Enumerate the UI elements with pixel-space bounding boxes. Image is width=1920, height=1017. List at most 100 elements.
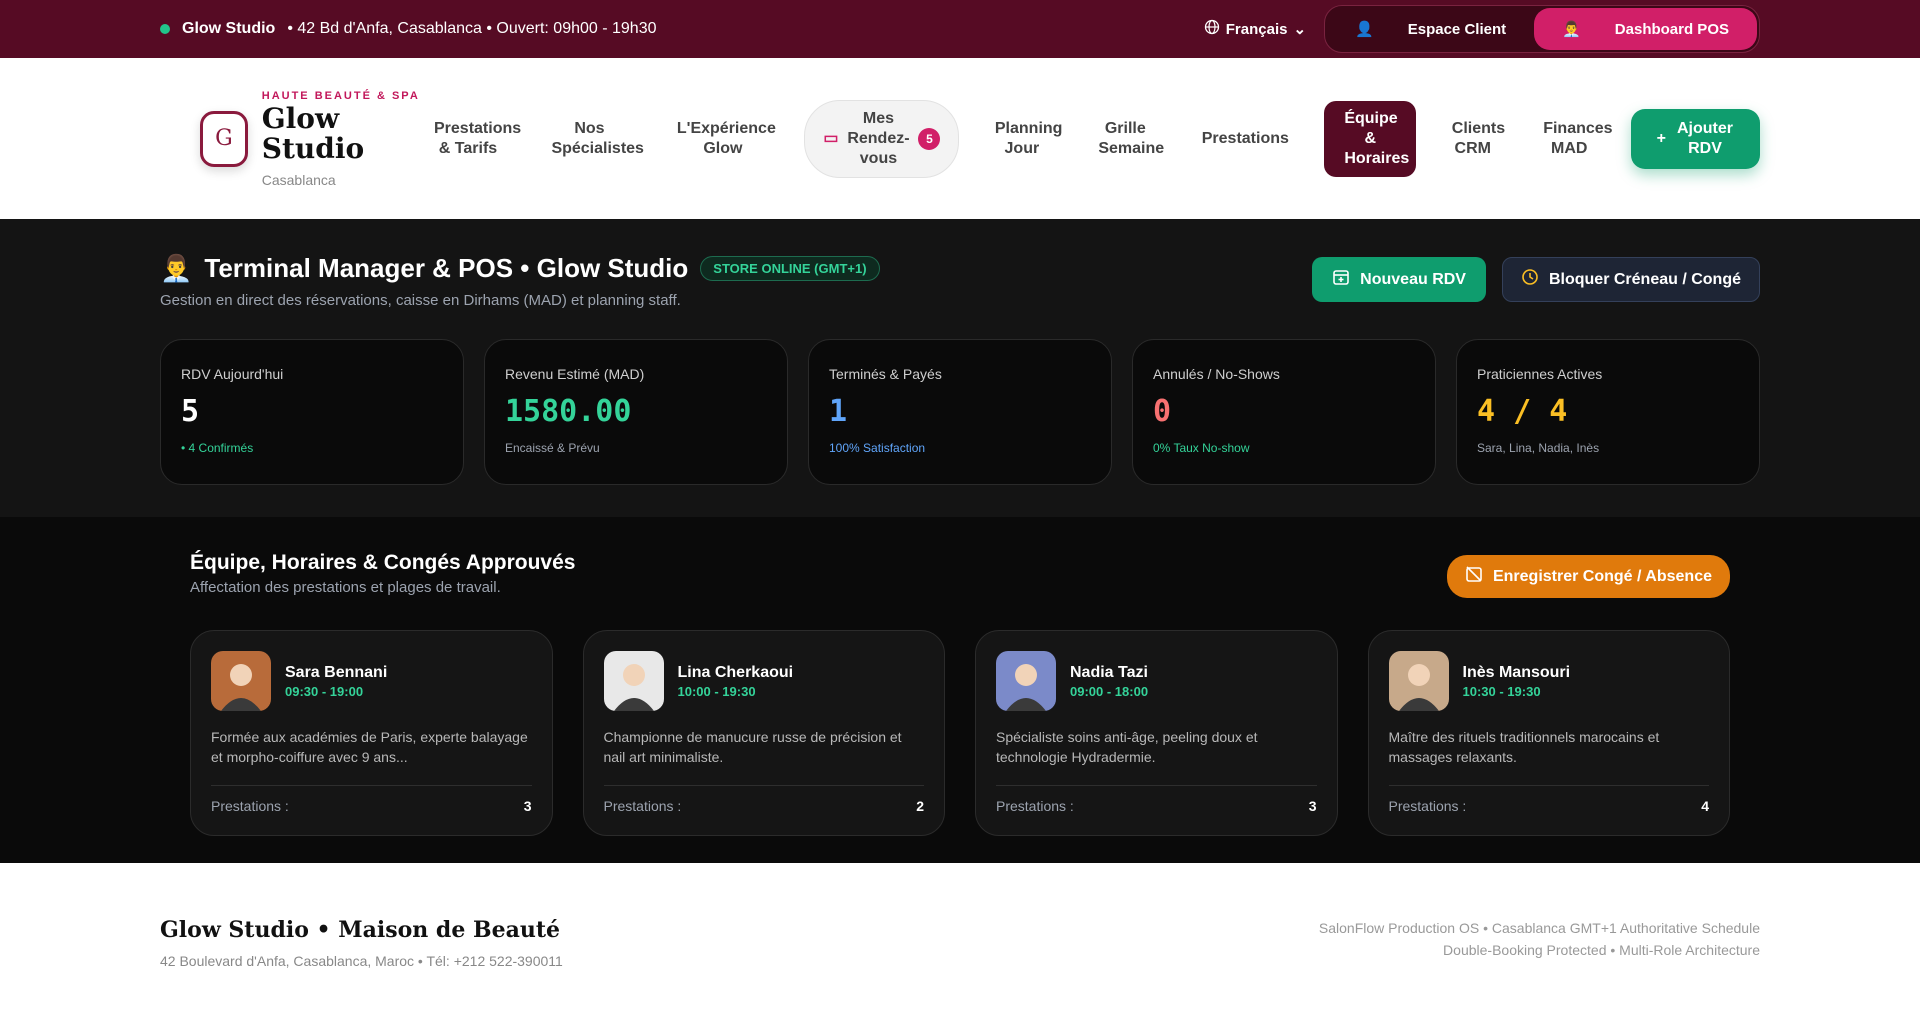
kpi-note: Encaissé & Prévu xyxy=(505,441,600,455)
services-count: 4 xyxy=(1701,798,1709,814)
dashboard-title: Terminal Manager & POS • Glow Studio xyxy=(204,253,689,283)
record-leave-button[interactable]: Enregistrer Congé / Absence xyxy=(1446,555,1730,598)
clock-icon xyxy=(1521,268,1539,291)
kpi-value: 0 xyxy=(1153,394,1172,429)
calendar-plus-icon xyxy=(1332,268,1350,291)
avatar xyxy=(996,651,1056,711)
member-description: Championne de manucure russe de précisio… xyxy=(603,729,902,765)
services-label: Prestations : xyxy=(603,798,682,814)
team-member-card[interactable]: Sara Bennani 09:30 - 19:00 Formée aux acad… xyxy=(190,630,553,836)
nav-prestations-tarifs[interactable]: Prestations & Tarifs xyxy=(420,111,521,167)
add-rdv-button[interactable]: + Ajouter RDV xyxy=(1630,108,1760,169)
kpi-value: 4 / 4 xyxy=(1477,394,1568,429)
avatar xyxy=(211,651,271,711)
member-name: Lina Cherkaoui xyxy=(677,663,794,681)
team-member-card[interactable]: Lina Cherkaoui 10:00 - 19:30 Championne de… xyxy=(582,630,945,836)
avatar xyxy=(1388,651,1449,711)
services-count: 3 xyxy=(1308,798,1317,814)
services-count: 3 xyxy=(523,798,532,814)
footer-system-info: SalonFlow Production OS • Casablanca GMT… xyxy=(1318,920,1760,936)
kpi-label: Terminés & Payés xyxy=(829,366,942,382)
brand[interactable]: G HAUTE BEAUTÉ & SPA Glow Studio Casabla… xyxy=(200,89,420,188)
manager-icon: 👨‍💼 xyxy=(1562,21,1581,38)
role-switch: 👤 Espace Client 👨‍💼 Dashboard POS xyxy=(1324,5,1760,53)
new-rdv-button[interactable]: Nouveau RDV xyxy=(1312,257,1486,302)
kpi-value: 5 xyxy=(181,394,200,429)
kpi-label: RDV Aujourd'hui xyxy=(181,366,284,382)
team-subtitle: Affectation des prestations et plages de… xyxy=(190,579,501,596)
main-nav: G HAUTE BEAUTÉ & SPA Glow Studio Casabla… xyxy=(0,58,1920,219)
nav-finances-mad[interactable]: Finances MAD xyxy=(1529,111,1612,167)
kpi-note: 0% Taux No-show xyxy=(1153,441,1250,455)
manager-icon: 👨‍💼 xyxy=(160,253,193,283)
member-description: Formée aux académies de Paris, experte b… xyxy=(211,729,528,765)
team-section: Équipe, Horaires & Congés Approuvés Affe… xyxy=(0,517,1920,863)
nav-grille-semaine[interactable]: Grille Semaine xyxy=(1084,111,1166,167)
member-description: Maître des rituels traditionnels marocai… xyxy=(1388,729,1660,765)
member-name: Nadia Tazi xyxy=(1070,663,1148,681)
language-label: Français xyxy=(1225,20,1288,38)
plus-icon: + xyxy=(1656,129,1666,147)
nav-clients-crm[interactable]: Clients CRM xyxy=(1438,111,1508,167)
kpi-label: Annulés / No-Shows xyxy=(1153,366,1280,382)
dashboard-pos-label: Dashboard POS xyxy=(1614,20,1729,38)
calendar-icon: ▭ xyxy=(823,129,839,147)
kpi-value: 1580.00 xyxy=(505,394,632,429)
team-member-card[interactable]: Nadia Tazi 09:00 - 18:00 Spécialiste soins… xyxy=(975,630,1338,836)
services-label: Prestations : xyxy=(211,798,289,814)
salon-info: Glow Studio • 42 Bd d'Anfa, Casablanca •… xyxy=(160,20,657,38)
footer-name: Glow Studio • Maison de Beauté xyxy=(160,917,560,943)
language-selector[interactable]: Français ⌄ xyxy=(1204,19,1306,39)
client-space-button[interactable]: 👤 Espace Client xyxy=(1327,8,1534,50)
avatar xyxy=(603,651,664,711)
rdv-count-badge: 5 xyxy=(918,127,941,150)
nav-equipe-horaires[interactable]: Équipe & Horaires xyxy=(1324,100,1417,177)
dashboard-subtitle: Gestion en direct des réservations, cais… xyxy=(160,292,681,309)
footer-architecture-info: Double-Booking Protected • Multi-Role Ar… xyxy=(1443,942,1760,958)
nav-specialistes[interactable]: Nos Spécialistes xyxy=(537,111,644,167)
member-hours: 10:00 - 19:30 xyxy=(677,683,756,699)
rdv-label: Mes Rendez-vous xyxy=(847,109,910,167)
kpi-label: Praticiennes Actives xyxy=(1477,366,1603,382)
kpi-card: Annulés / No-Shows 0 0% Taux No-show xyxy=(1132,339,1436,485)
block-slot-button[interactable]: Bloquer Créneau / Congé xyxy=(1501,257,1760,302)
nav-prestations[interactable]: Prestations xyxy=(1188,121,1303,157)
dashboard-section: 👨‍💼 Terminal Manager & POS • Glow Studio… xyxy=(0,219,1920,517)
nav-mes-rendez-vous[interactable]: ▭ Mes Rendez-vous 5 xyxy=(804,99,960,178)
block-slot-label: Bloquer Créneau / Congé xyxy=(1548,270,1741,288)
footer-address: 42 Boulevard d'Anfa, Casablanca, Maroc •… xyxy=(160,953,563,969)
salon-name: Glow Studio xyxy=(182,20,276,37)
new-rdv-label: Nouveau RDV xyxy=(1360,270,1466,288)
services-label: Prestations : xyxy=(1388,798,1467,814)
kpi-card: Terminés & Payés 1 100% Satisfaction xyxy=(808,339,1112,485)
kpi-card: Praticiennes Actives 4 / 4 Sara, Lina, Nad… xyxy=(1456,339,1760,485)
team-cards: Sara Bennani 09:30 - 19:00 Formée aux acad… xyxy=(190,630,1730,836)
services-label: Prestations : xyxy=(996,798,1074,814)
calendar-off-icon xyxy=(1465,565,1483,588)
status-dot xyxy=(160,24,170,34)
store-status-badge: STORE ONLINE (GMT+1) xyxy=(700,256,880,281)
kpi-card: RDV Aujourd'hui 5 • 4 Confirmés xyxy=(160,339,464,485)
member-name: Inès Mansouri xyxy=(1462,663,1571,681)
add-rdv-label: Ajouter RDV xyxy=(1676,119,1733,157)
salon-address-hours: • 42 Bd d'Anfa, Casablanca • Ouvert: 09h… xyxy=(287,20,657,37)
kpi-label: Revenu Estimé (MAD) xyxy=(505,366,645,382)
kpi-note: Sara, Lina, Nadia, Inès xyxy=(1477,441,1600,455)
kpi-note: • 4 Confirmés xyxy=(181,441,254,455)
member-hours: 10:30 - 19:30 xyxy=(1462,683,1541,699)
nav-experience[interactable]: L'Expérience Glow xyxy=(663,111,783,167)
dashboard-pos-button[interactable]: 👨‍💼 Dashboard POS xyxy=(1534,8,1757,50)
kpi-card: Revenu Estimé (MAD) 1580.00 Encaissé & Pré… xyxy=(484,339,788,485)
top-bar: Glow Studio • 42 Bd d'Anfa, Casablanca •… xyxy=(0,0,1920,58)
client-space-label: Espace Client xyxy=(1407,20,1507,38)
chevron-down-icon: ⌄ xyxy=(1293,21,1307,38)
kpi-note: 100% Satisfaction xyxy=(829,441,926,455)
footer: Glow Studio • Maison de Beauté 42 Boulev… xyxy=(0,863,1920,1017)
user-icon: 👤 xyxy=(1355,21,1374,38)
member-name: Sara Bennani xyxy=(285,663,388,681)
kpi-row: RDV Aujourd'hui 5 • 4 Confirmés Revenu Esti… xyxy=(160,339,1760,485)
team-title: Équipe, Horaires & Congés Approuvés xyxy=(190,551,576,574)
globe-icon xyxy=(1204,19,1220,39)
team-member-card[interactable]: Inès Mansouri 10:30 - 19:30 Maître des rit… xyxy=(1367,630,1730,836)
nav-planning-jour[interactable]: Planning Jour xyxy=(981,111,1063,167)
